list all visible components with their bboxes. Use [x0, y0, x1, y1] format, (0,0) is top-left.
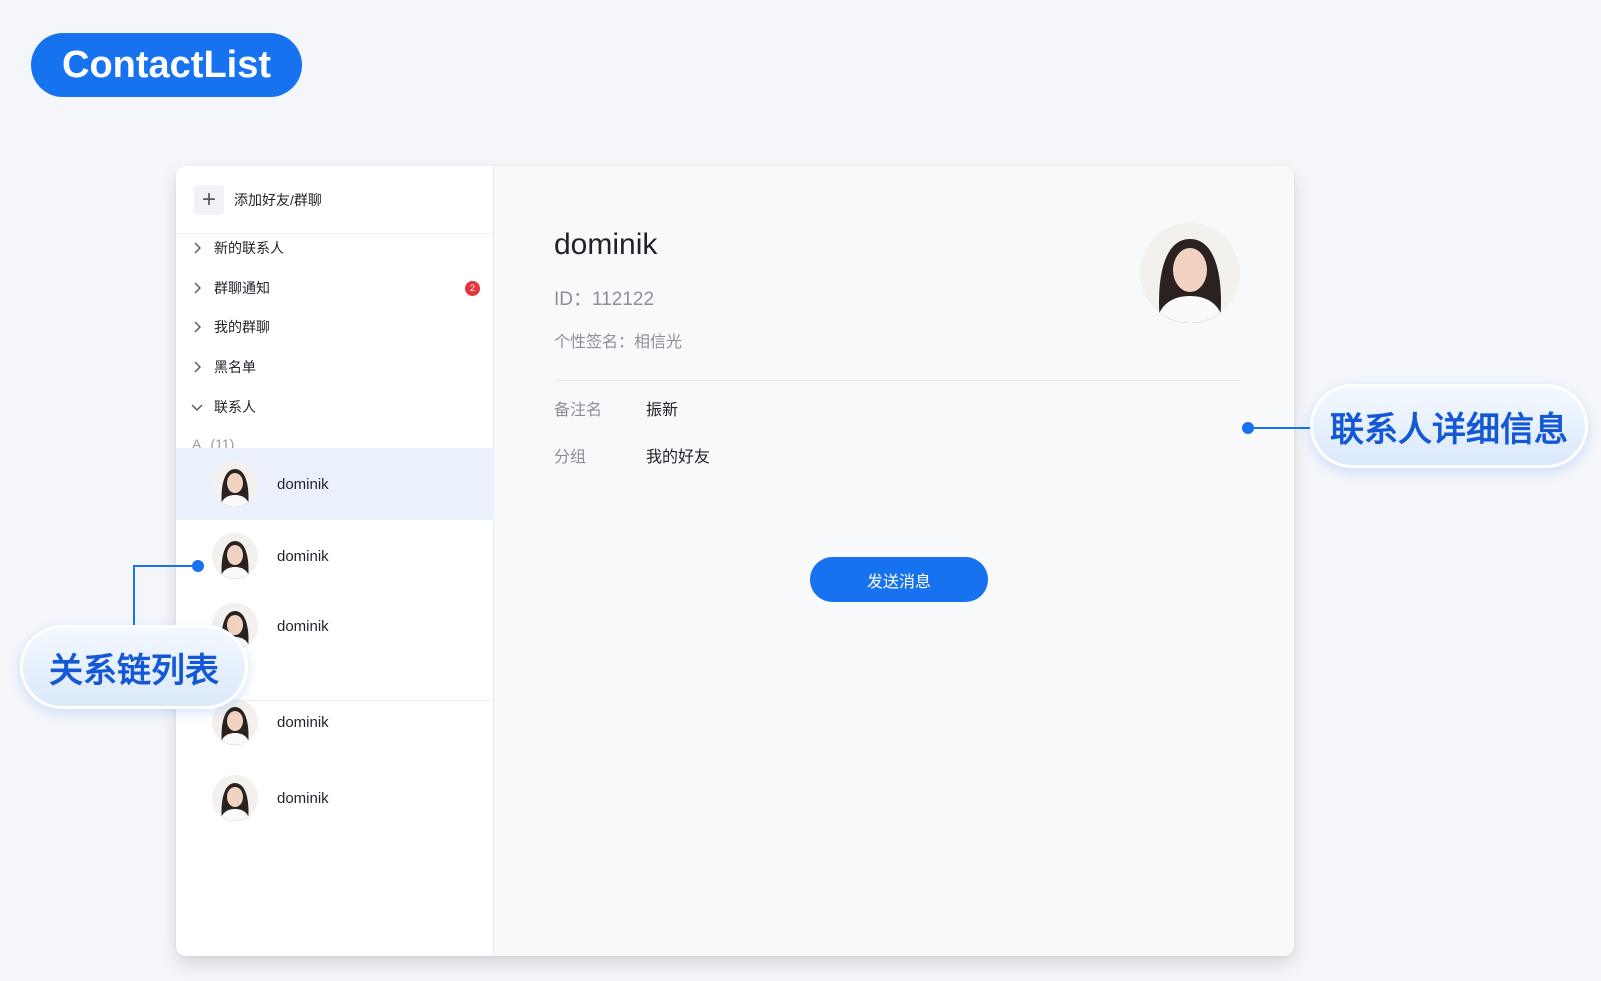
menu-item-group-notifications[interactable]: 群聊通知 2 [190, 273, 480, 303]
detail-id: ID：112122 [554, 284, 654, 311]
group-value: 我的好友 [646, 449, 711, 466]
chevron-right-icon [190, 241, 204, 255]
menu-item-label: 黑名单 [214, 359, 256, 375]
chevron-down-icon [190, 400, 204, 414]
menu-item-my-groups[interactable]: 我的群聊 [190, 312, 480, 342]
callout-line [133, 565, 195, 567]
add-friend-row[interactable]: + 添加好友/群聊 [176, 166, 493, 234]
menu-item-new-contacts[interactable]: 新的联系人 [190, 233, 480, 263]
detail-callout: 联系人详细信息 [1310, 384, 1588, 468]
sidebar: + 添加好友/群聊 新的联系人 群聊通知 2 我的群聊 黑名单 联系人 A (1… [176, 166, 494, 956]
detail-divider [554, 380, 1240, 381]
list-callout: 关系链列表 [20, 625, 248, 709]
plus-icon[interactable]: + [194, 184, 224, 215]
id-value: 112122 [592, 289, 655, 310]
chevron-right-icon [190, 320, 204, 334]
contact-name: dominik [277, 617, 329, 635]
contact-name: dominik [277, 547, 329, 565]
add-friend-label: 添加好友/群聊 [234, 191, 322, 208]
avatar [212, 775, 258, 821]
page-title: ContactList [31, 33, 302, 97]
send-message-button[interactable]: 发送消息 [810, 557, 988, 602]
signature-value: 相信光 [634, 334, 683, 351]
callout-line [133, 565, 135, 625]
remark-label: 备注名 [554, 402, 603, 419]
avatar [212, 533, 258, 579]
contact-detail-panel: dominik ID：112122 个性签名：相信光 备注名 振新 分组 我的好… [494, 166, 1294, 956]
contact-row[interactable]: dominik [176, 520, 494, 592]
callout-line [1248, 427, 1312, 429]
menu-item-label: 我的群聊 [214, 319, 270, 335]
contact-row[interactable]: dominik [176, 448, 494, 520]
contact-name: dominik [277, 713, 329, 731]
group-label: 分组 [554, 449, 587, 466]
contact-row[interactable]: dominik [176, 762, 494, 834]
menu-item-blacklist[interactable]: 黑名单 [190, 352, 480, 382]
avatar [212, 461, 258, 507]
remark-value: 振新 [646, 402, 679, 419]
contact-list-window: + 添加好友/群聊 新的联系人 群聊通知 2 我的群聊 黑名单 联系人 A (1… [176, 166, 1294, 956]
menu-item-contacts[interactable]: 联系人 [190, 392, 480, 422]
detail-signature: 个性签名：相信光 [554, 328, 682, 352]
menu-item-label: 联系人 [214, 399, 256, 415]
unread-badge: 2 [465, 280, 480, 296]
menu-item-label: 群聊通知 [214, 280, 270, 296]
detail-avatar [1140, 223, 1240, 323]
chevron-right-icon [190, 281, 204, 295]
chevron-right-icon [190, 360, 204, 374]
menu-item-label: 新的联系人 [214, 240, 284, 256]
contact-name: dominik [277, 475, 329, 493]
signature-label: 个性签名： [554, 334, 635, 351]
id-label: ID： [554, 289, 593, 310]
contact-name: dominik [277, 789, 329, 807]
detail-name: dominik [554, 228, 658, 261]
